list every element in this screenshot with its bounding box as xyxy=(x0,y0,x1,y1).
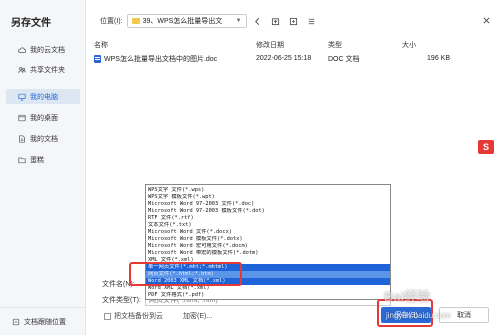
close-icon[interactable] xyxy=(480,14,492,26)
sidebar: 另存文件 我的云文档 共享文件夹 我的电脑 我的桌面 我的文档 蛋糕 文档跟随位… xyxy=(0,0,86,335)
save-as-dialog: 另存文件 我的云文档 共享文件夹 我的电脑 我的桌面 我的文档 蛋糕 文档跟随位… xyxy=(0,0,500,335)
filetype-option[interactable]: PDF 文件格式(*.pdf) xyxy=(146,292,390,299)
column-name[interactable]: 名称 xyxy=(94,40,256,50)
filetype-option[interactable]: Microsoft Word 宏可用文件(*.docm) xyxy=(146,243,390,250)
sidebar-item-documents[interactable]: 我的文档 xyxy=(6,131,80,146)
sidebar-item-cake[interactable]: 蛋糕 xyxy=(6,152,80,167)
sidebar-item-shared-folder[interactable]: 共享文件夹 xyxy=(6,62,80,77)
sidebar-item-cloud-docs[interactable]: 我的云文档 xyxy=(6,42,80,57)
location-select[interactable]: 39、WPS怎么批量导出文 ▼ xyxy=(126,14,247,28)
filetype-option[interactable]: 文本文件(*.txt) xyxy=(146,222,390,229)
watermark-url: jingyan.baidu.com xyxy=(386,311,451,320)
dialog-title: 另存文件 xyxy=(11,18,51,29)
document-icon xyxy=(18,134,26,143)
wps-badge-text: S xyxy=(482,142,489,152)
file-size: 196 KB xyxy=(427,55,450,62)
view-list-icon[interactable] xyxy=(305,14,319,28)
file-name: WPS怎么批量导出文档中的图片.doc xyxy=(104,55,218,63)
chevron-down-icon: ▼ xyxy=(235,18,242,24)
toolbar: 位置(I): 39、WPS怎么批量导出文 ▼ xyxy=(100,14,319,28)
column-date[interactable]: 修改日期 xyxy=(256,40,328,50)
backup-checkbox[interactable] xyxy=(104,312,111,320)
filetype-option[interactable]: Word XML 文档(*.xml) xyxy=(146,285,390,292)
back-arrow-icon[interactable] xyxy=(251,14,265,28)
sidebar-item-label: 蛋糕 xyxy=(30,156,44,164)
shared-folder-icon xyxy=(18,66,26,74)
sidebar-item-desktop[interactable]: 我的桌面 xyxy=(6,110,80,125)
folder-icon xyxy=(131,18,140,24)
filetype-option[interactable]: Microsoft Word 97-2003 文件(*.doc) xyxy=(146,201,390,208)
folder-icon xyxy=(18,156,26,164)
sidebar-item-label: 我的云文档 xyxy=(30,46,65,54)
follow-document-location[interactable]: 文档跟随位置 xyxy=(0,307,86,335)
filetype-option[interactable]: Microsoft Word 97-2003 模板文件(*.dot) xyxy=(146,208,390,215)
column-size[interactable]: 大小 xyxy=(398,40,450,50)
location-label: 位置(I): xyxy=(100,18,123,25)
backup-to-cloud[interactable]: 把文档备份到云 加密(E)... xyxy=(104,311,212,321)
column-type[interactable]: 类型 xyxy=(328,40,398,50)
filetype-option[interactable]: WPS文字 文件(*.wps) xyxy=(146,187,390,194)
up-folder-icon[interactable] xyxy=(269,14,283,28)
filetype-option[interactable]: Microsoft Word 文件(*.docx) xyxy=(146,229,390,236)
watermark-logo: Bai经验 xyxy=(384,289,431,304)
encrypt-link[interactable]: 加密(E)... xyxy=(183,311,212,321)
wps-badge: S xyxy=(478,140,494,154)
computer-icon xyxy=(18,93,26,101)
new-folder-icon[interactable] xyxy=(287,14,301,28)
sidebar-item-label: 我的电脑 xyxy=(30,93,58,101)
filetype-label: 文件类型(T): xyxy=(102,297,141,304)
word-document-icon xyxy=(94,54,101,63)
follow-location-label: 文档跟随位置 xyxy=(24,318,66,326)
settings-icon xyxy=(12,318,20,325)
sidebar-item-label: 我的文档 xyxy=(30,135,58,143)
file-list-header: 名称 修改日期 类型 大小 xyxy=(94,38,500,52)
file-date: 2022-06-25 15:18 xyxy=(256,55,312,62)
file-list: 名称 修改日期 类型 大小 WPS怎么批量导出文档中的图片.doc 2022-0… xyxy=(94,38,500,65)
table-row[interactable]: WPS怎么批量导出文档中的图片.doc 2022-06-25 15:18 DOC… xyxy=(94,52,500,65)
cloud-icon xyxy=(18,46,26,54)
sidebar-item-my-computer[interactable]: 我的电脑 xyxy=(6,89,80,104)
filetype-option[interactable]: Microsoft Word 模板文件(*.dotx) xyxy=(146,236,390,243)
filetype-option[interactable]: WPS文字 模板文件(*.wpt) xyxy=(146,194,390,201)
filetype-option[interactable]: Microsoft Word 带宏的模板文件(*.dotm) xyxy=(146,250,390,257)
sidebar-item-label: 共享文件夹 xyxy=(30,66,65,74)
backup-label: 把文档备份到云 xyxy=(114,313,163,320)
desktop-icon xyxy=(18,114,26,122)
annotation-box-html xyxy=(129,262,242,286)
filetype-option[interactable]: RTF 文件(*.rtf) xyxy=(146,215,390,222)
file-type: DOC 文档 xyxy=(328,55,360,63)
location-value: 39、WPS怎么批量导出文 xyxy=(142,18,223,25)
sidebar-item-label: 我的桌面 xyxy=(30,114,58,122)
